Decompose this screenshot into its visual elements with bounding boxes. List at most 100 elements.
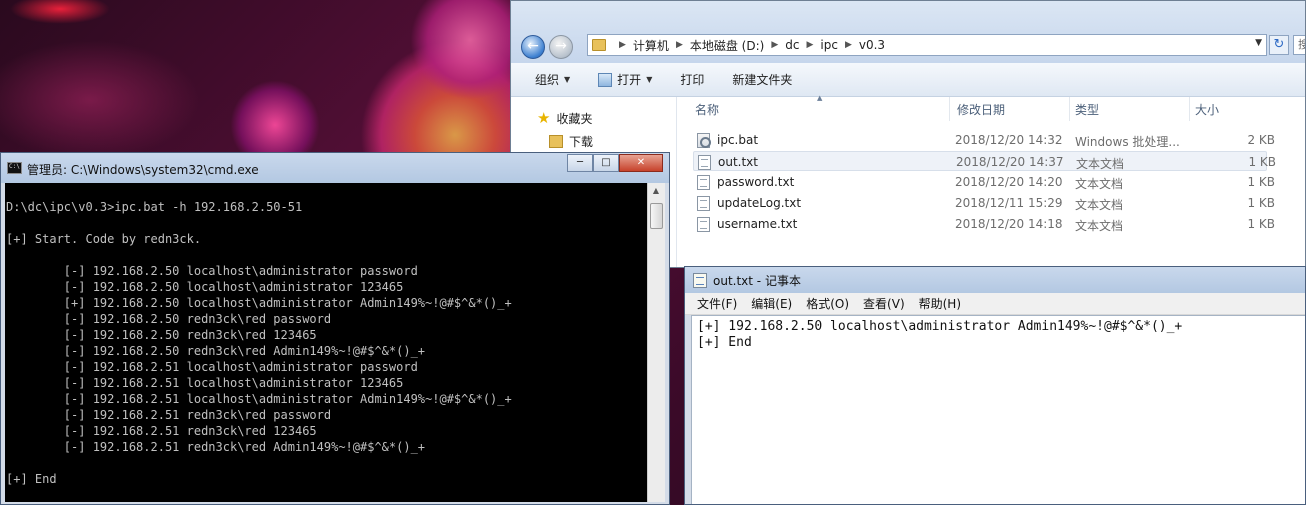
address-bar[interactable]: ▶ 计算机 ▶ 本地磁盘 (D:) ▶ dc ▶ ipc ▶ v0.3 ▼ <box>587 34 1267 56</box>
maximize-button[interactable]: □ <box>593 154 619 172</box>
wallpaper-ornament <box>10 0 110 24</box>
console-line: [-] 192.168.2.51 localhost\administrator… <box>6 376 404 390</box>
file-date: 2018/12/20 14:20 <box>955 175 1063 189</box>
breadcrumb-item[interactable]: 计算机 <box>633 37 669 54</box>
refresh-button[interactable]: ↻ <box>1269 35 1289 55</box>
file-date: 2018/12/11 15:29 <box>955 196 1063 210</box>
column-header-size[interactable]: 大小 <box>1195 101 1219 118</box>
console-line: [+] Start. Code by redn3ck. <box>6 232 202 246</box>
file-row[interactable]: password.txt 2018/12/20 14:20 文本文档 1 KB <box>693 172 1275 192</box>
minimize-button[interactable]: ─ <box>567 154 593 172</box>
file-name: username.txt <box>717 217 798 231</box>
text-file-icon <box>697 175 710 190</box>
editor-line: [+] 192.168.2.50 localhost\administrator… <box>697 319 1183 334</box>
file-name: ipc.bat <box>717 133 759 147</box>
breadcrumb-item[interactable]: 本地磁盘 (D:) <box>690 37 764 54</box>
open-icon <box>598 72 613 87</box>
menu-help[interactable]: 帮助(H) <box>919 295 961 312</box>
file-size: 1 KB <box>1247 175 1275 189</box>
print-label: 打印 <box>680 73 705 87</box>
menu-edit[interactable]: 编辑(E) <box>751 295 792 312</box>
window-title: out.txt - 记事本 <box>713 274 801 288</box>
print-button[interactable]: 打印 <box>680 71 718 88</box>
organize-label: 组织 <box>535 73 560 87</box>
text-editor[interactable]: [+] 192.168.2.50 localhost\administrator… <box>691 315 1305 504</box>
back-button[interactable]: ← <box>521 35 545 59</box>
file-row[interactable]: username.txt 2018/12/20 14:18 文本文档 1 KB <box>693 214 1275 234</box>
nav-item-favorites[interactable]: ★ 收藏夹 <box>537 109 592 127</box>
chevron-down-icon: ▼ <box>646 75 653 84</box>
cmd-titlebar[interactable]: 管理员: C:\Windows\system32\cmd.exe ─ □ ✕ <box>1 153 669 183</box>
console-line: [-] 192.168.2.50 localhost\administrator… <box>6 264 418 278</box>
nav-item-label: 收藏夹 <box>556 111 593 126</box>
close-button[interactable]: ✕ <box>619 154 663 172</box>
console-line: [+] End <box>6 472 57 486</box>
console-line: [-] 192.168.2.50 localhost\administrator… <box>6 280 404 294</box>
search-input[interactable]: 搜 <box>1293 35 1305 55</box>
column-header-date[interactable]: 修改日期 <box>957 101 1005 118</box>
menu-view[interactable]: 查看(V) <box>863 295 905 312</box>
file-date: 2018/12/20 14:37 <box>956 155 1064 169</box>
scroll-up-arrow-icon[interactable]: ▲ <box>648 183 664 199</box>
file-type: 文本文档 <box>1075 177 1124 191</box>
text-file-icon <box>697 217 710 232</box>
chevron-right-icon: ▶ <box>844 40 852 50</box>
column-header-name[interactable]: 名称 <box>695 101 719 118</box>
file-type: 文本文档 <box>1075 219 1124 233</box>
menu-format[interactable]: 格式(O) <box>806 295 849 312</box>
console-line: [+] 192.168.2.50 localhost\administrator… <box>6 296 512 310</box>
chevron-right-icon: ▶ <box>619 40 626 50</box>
explorer-toolbar: 组织 ▼ 打开 ▼ 打印 新建文件夹 <box>511 63 1305 97</box>
organize-button[interactable]: 组织 ▼ <box>535 71 584 88</box>
vertical-scrollbar[interactable]: ▲ <box>647 183 665 502</box>
file-row[interactable]: ipc.bat 2018/12/20 14:32 Windows 批处理... … <box>693 130 1275 150</box>
breadcrumb-item[interactable]: dc <box>785 38 799 52</box>
star-icon: ★ <box>537 109 551 127</box>
console-line: [-] 192.168.2.51 localhost\administrator… <box>6 360 418 374</box>
notepad-icon <box>693 273 707 288</box>
console-icon <box>7 162 22 174</box>
editor-line: [+] End <box>697 335 752 350</box>
console-line: [-] 192.168.2.50 redn3ck\red Admin149%~!… <box>6 344 426 358</box>
column-divider[interactable] <box>1189 97 1190 121</box>
bat-file-icon <box>697 133 711 148</box>
sort-ascending-icon: ▲ <box>817 94 823 102</box>
text-file-icon <box>697 196 710 211</box>
file-row[interactable]: updateLog.txt 2018/12/11 15:29 文本文档 1 KB <box>693 193 1275 213</box>
file-row-selected[interactable]: out.txt 2018/12/20 14:37 文本文档 1 KB <box>693 151 1276 171</box>
open-button[interactable]: 打开 ▼ <box>598 71 666 88</box>
file-date: 2018/12/20 14:18 <box>955 217 1063 231</box>
notepad-titlebar[interactable]: out.txt - 记事本 <box>685 267 1305 293</box>
file-type: Windows 批处理... <box>1075 135 1180 149</box>
column-header-type[interactable]: 类型 <box>1075 101 1099 118</box>
column-divider[interactable] <box>1069 97 1070 121</box>
nav-item-downloads[interactable]: 下载 <box>549 133 593 150</box>
cmd-window: 管理员: C:\Windows\system32\cmd.exe ─ □ ✕ D… <box>0 152 670 505</box>
text-file-icon <box>698 155 711 170</box>
menu-file[interactable]: 文件(F) <box>697 295 737 312</box>
file-date: 2018/12/20 14:32 <box>955 133 1063 147</box>
chevron-right-icon: ▶ <box>806 40 814 50</box>
console-line: D:\dc\ipc\v0.3>ipc.bat -h 192.168.2.50-5… <box>6 200 303 214</box>
chevron-down-icon[interactable]: ▼ <box>1255 38 1262 48</box>
chevron-right-icon: ▶ <box>771 40 779 50</box>
breadcrumb-item[interactable]: ipc <box>820 38 838 52</box>
nav-item-label: 下载 <box>569 135 594 149</box>
console-line: [-] 192.168.2.50 redn3ck\red 123465 <box>6 328 317 342</box>
wallpaper-swirl <box>0 40 200 160</box>
console-line: [-] 192.168.2.51 redn3ck\red Admin149%~!… <box>6 440 426 454</box>
file-name: updateLog.txt <box>717 196 802 210</box>
new-folder-label: 新建文件夹 <box>732 73 793 87</box>
file-list: ▲ 名称 修改日期 类型 大小 ipc.bat 2018/12/20 14:32… <box>677 94 1305 267</box>
column-divider[interactable] <box>949 97 950 121</box>
scrollbar-thumb[interactable] <box>650 203 663 229</box>
file-size: 1 KB <box>1247 217 1275 231</box>
forward-button[interactable]: → <box>549 35 573 59</box>
console-output[interactable]: D:\dc\ipc\v0.3>ipc.bat -h 192.168.2.50-5… <box>5 183 647 502</box>
explorer-titlebar: ← → ▶ 计算机 ▶ 本地磁盘 (D:) ▶ dc ▶ ipc ▶ v0.3 … <box>511 1 1305 63</box>
console-line: [-] 192.168.2.50 redn3ck\red password <box>6 312 332 326</box>
breadcrumb-item[interactable]: v0.3 <box>859 38 885 52</box>
new-folder-button[interactable]: 新建文件夹 <box>732 71 806 88</box>
